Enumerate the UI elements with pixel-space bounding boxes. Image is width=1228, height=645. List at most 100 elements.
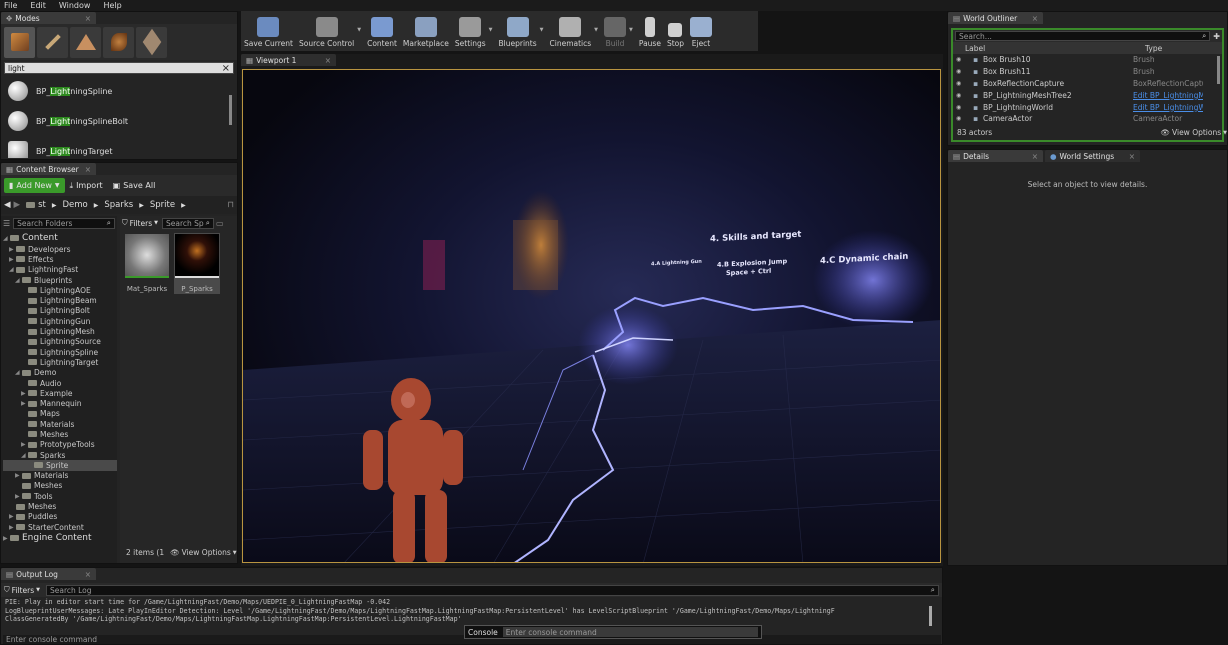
- tab-content-browser[interactable]: ▦ Content Browser ×: [1, 163, 96, 175]
- chevron-down-icon[interactable]: ▼: [489, 27, 493, 33]
- eye-icon[interactable]: ◉: [953, 104, 973, 111]
- tree-item[interactable]: ▶ Puddles: [3, 512, 117, 522]
- tree-item[interactable]: Meshes: [3, 501, 117, 511]
- tree-item[interactable]: ▶ StarterContent: [3, 522, 117, 532]
- list-item[interactable]: BP_ Light ningSplineBolt: [4, 106, 234, 136]
- paint-mode-button[interactable]: [37, 26, 68, 58]
- close-icon[interactable]: ×: [1032, 14, 1038, 23]
- menu-edit[interactable]: Edit: [30, 1, 46, 10]
- close-icon[interactable]: ×: [85, 165, 91, 174]
- outliner-row[interactable]: ◉ ▪ CameraActor CameraActor: [953, 113, 1222, 125]
- foliage-mode-button[interactable]: [103, 26, 134, 58]
- breadcrumb-item[interactable]: Sprite: [150, 200, 175, 210]
- eye-icon[interactable]: ◉: [953, 115, 973, 122]
- tree-item[interactable]: ▶ Example: [3, 388, 117, 398]
- col-type[interactable]: Type: [1145, 44, 1162, 53]
- clear-search-icon[interactable]: ×: [222, 63, 230, 74]
- content-button[interactable]: Content: [364, 12, 400, 48]
- tree-item[interactable]: ▶ Effects: [3, 254, 117, 264]
- expander-icon[interactable]: ◢: [9, 266, 16, 273]
- tab-world-outliner[interactable]: ▤ World Outliner ×: [948, 12, 1043, 24]
- place-mode-button[interactable]: [4, 26, 35, 58]
- menu-window[interactable]: Window: [59, 1, 91, 10]
- view-options-button[interactable]: View Options: [182, 548, 231, 557]
- expander-icon[interactable]: ▶: [15, 493, 22, 500]
- tree-item[interactable]: ▶ Developers: [3, 244, 117, 254]
- expander-icon[interactable]: ▶: [15, 472, 22, 479]
- filters-button[interactable]: ⛉ Filters ▼: [122, 218, 158, 228]
- forward-arrow-icon[interactable]: ▶: [14, 200, 21, 210]
- log-filters-button[interactable]: ⛉ Filters ▼: [4, 585, 40, 595]
- expander-icon[interactable]: ◢: [15, 369, 22, 376]
- save-all-button[interactable]: ▣ Save All: [108, 178, 161, 193]
- tree-item[interactable]: ▶ Engine Content: [3, 532, 117, 544]
- close-icon[interactable]: ×: [85, 570, 91, 579]
- eye-icon[interactable]: ◉: [953, 80, 973, 87]
- chevron-right-icon[interactable]: ▶: [52, 202, 57, 209]
- breadcrumb-item[interactable]: Demo: [62, 200, 87, 210]
- expander-icon[interactable]: ▶: [9, 524, 16, 531]
- stop-button[interactable]: Stop: [664, 12, 687, 48]
- modes-scrollbar[interactable]: [229, 95, 232, 125]
- view-options-button[interactable]: View Options: [1172, 128, 1221, 137]
- expander-icon[interactable]: ▶: [9, 513, 16, 520]
- expander-icon[interactable]: ▶: [21, 441, 28, 448]
- save-button[interactable]: Save Current: [241, 12, 296, 48]
- tree-item[interactable]: ◢ Demo: [3, 368, 117, 378]
- chevron-down-icon[interactable]: ▼: [629, 27, 633, 33]
- tree-item[interactable]: ▶ PrototypeTools: [3, 440, 117, 450]
- console-input[interactable]: Enter console command: [502, 627, 758, 637]
- expander-icon[interactable]: ▶: [21, 400, 28, 407]
- breadcrumb-item[interactable]: Sparks: [104, 200, 133, 210]
- tree-options-icon[interactable]: ☰: [3, 219, 10, 228]
- tab-modes[interactable]: ✥ Modes ×: [1, 12, 96, 24]
- chevron-down-icon[interactable]: ▼: [540, 27, 544, 33]
- close-icon[interactable]: ×: [1032, 152, 1038, 161]
- tree-item[interactable]: Sprite: [3, 460, 117, 471]
- eye-icon[interactable]: ◉: [953, 92, 973, 99]
- outliner-row[interactable]: ◉ ▪ BP_LightningWorld Edit BP_LightningW: [953, 101, 1222, 113]
- expander-icon[interactable]: ▶: [21, 390, 28, 397]
- close-icon[interactable]: ×: [1129, 152, 1135, 161]
- tree-item[interactable]: ▶ Tools: [3, 491, 117, 501]
- tree-item[interactable]: LightningTarget: [3, 357, 117, 367]
- outliner-scrollbar[interactable]: [1217, 56, 1220, 84]
- tree-item[interactable]: LightningAOE: [3, 285, 117, 295]
- outliner-row[interactable]: ◉▪BoxReflectionCaptureBoxReflectionCaptu…: [953, 78, 1222, 90]
- tree-item[interactable]: LightningSpline: [3, 347, 117, 357]
- add-actor-icon[interactable]: ✚: [1213, 32, 1220, 41]
- tab-output-log[interactable]: ▤ Output Log ×: [1, 568, 96, 580]
- tree-item[interactable]: LightningBolt: [3, 306, 117, 316]
- list-item[interactable]: BP_ Light ningSpline: [4, 76, 234, 106]
- tree-item[interactable]: Meshes: [3, 481, 117, 491]
- chevron-right-icon[interactable]: ▶: [139, 202, 144, 209]
- expander-icon[interactable]: ▶: [9, 246, 16, 253]
- chevron-down-icon[interactable]: ▼: [594, 27, 598, 33]
- cinematics-button[interactable]: Cinematics: [547, 12, 595, 48]
- log-scrollbar[interactable]: [929, 606, 932, 626]
- add-new-button[interactable]: ▮ Add New ▼: [4, 178, 65, 193]
- outliner-search-input[interactable]: Search... ⌕: [955, 31, 1211, 41]
- expander-icon[interactable]: ▶: [3, 535, 10, 542]
- tree-item[interactable]: Materials: [3, 419, 117, 429]
- tab-world-settings[interactable]: ● World Settings ×: [1045, 150, 1140, 162]
- tree-item[interactable]: LightningMesh: [3, 326, 117, 336]
- tree-item[interactable]: LightningGun: [3, 316, 117, 326]
- log-search-input[interactable]: Search Log ⌕: [45, 584, 939, 596]
- import-button[interactable]: ⤓ Import: [65, 178, 108, 193]
- tree-item[interactable]: ▶ Mannequin: [3, 398, 117, 408]
- eye-icon[interactable]: ◉: [953, 68, 973, 75]
- geometry-mode-button[interactable]: [136, 26, 167, 58]
- tree-item[interactable]: LightningBeam: [3, 295, 117, 305]
- menu-file[interactable]: File: [4, 1, 17, 10]
- asset-tile[interactable]: Mat_Sparks: [124, 233, 170, 294]
- tree-item[interactable]: ◢ LightningFast: [3, 265, 117, 275]
- tree-item[interactable]: ◢ Sparks: [3, 450, 117, 460]
- build-button[interactable]: Build: [601, 12, 629, 48]
- close-icon[interactable]: ×: [325, 56, 331, 65]
- back-arrow-icon[interactable]: ◀: [4, 200, 11, 210]
- breadcrumb-item[interactable]: st: [38, 200, 46, 210]
- expander-icon[interactable]: ◢: [3, 235, 10, 242]
- tab-viewport-1[interactable]: ▦ Viewport 1 ×: [241, 54, 336, 66]
- col-label[interactable]: Label: [965, 44, 1145, 53]
